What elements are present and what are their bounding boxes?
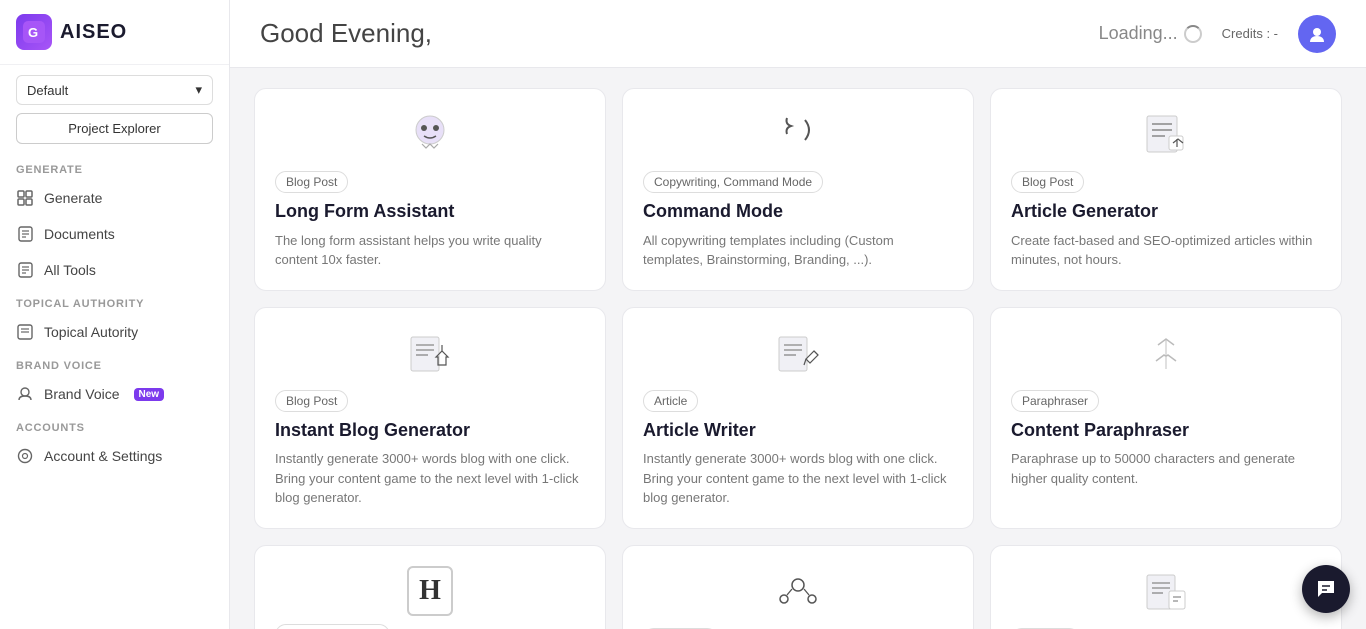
content-paraphraser-icon: [1011, 328, 1321, 378]
sidebar-controls: Default ▾ Project Explorer: [0, 65, 229, 154]
card-command-mode[interactable]: Copywriting, Command Mode Command Mode A…: [622, 88, 974, 291]
card-article-writer[interactable]: Article Article Writer Instantly generat…: [622, 307, 974, 529]
readability-tag: Content Improver: [275, 624, 390, 629]
paraphraser-desc: Paraphrase up to 50000 characters and ge…: [1011, 449, 1321, 508]
card-content-paraphraser[interactable]: Paraphraser Content Paraphraser Paraphra…: [990, 307, 1342, 529]
documents-icon: [16, 225, 34, 243]
main-area: Good Evening, Loading... Credits : -: [230, 0, 1366, 629]
article-writer-icon: [643, 328, 953, 378]
logo-area: G AISEO: [0, 0, 229, 65]
card-bypass-ai[interactable]: Bypass AI Bypass AI Detector: [622, 545, 974, 629]
paraphraser-title: Content Paraphraser: [1011, 420, 1321, 442]
svg-text:G: G: [28, 25, 38, 40]
sidebar-item-all-tools[interactable]: All Tools: [0, 252, 229, 288]
sidebar-item-account-settings[interactable]: Account & Settings: [0, 438, 229, 474]
article-writer-tag: Article: [643, 390, 698, 412]
greeting: Good Evening,: [260, 18, 432, 49]
account-settings-label: Account & Settings: [44, 448, 162, 464]
paraphraser-tag: Paraphraser: [1011, 390, 1099, 412]
sidebar: G AISEO Default ▾ Project Explorer GENER…: [0, 0, 230, 629]
loading-text-label: Loading...: [1099, 23, 1178, 44]
instant-blog-tag: Blog Post: [275, 390, 348, 412]
card-readability[interactable]: H Content Improver Readability Improver: [254, 545, 606, 629]
section-label-accounts: ACCOUNTS: [0, 412, 229, 438]
article-generator-title: Article Generator: [1011, 201, 1321, 223]
card-article-generator[interactable]: Blog Post Article Generator Create fact-…: [990, 88, 1342, 291]
sidebar-item-topical-authority[interactable]: Topical Autority: [0, 314, 229, 350]
bypass-ai-icon: [643, 566, 953, 616]
project-select[interactable]: Default ▾: [16, 75, 213, 105]
instant-blog-icon: [275, 328, 585, 378]
logo-icon: G: [16, 14, 52, 50]
command-mode-title: Command Mode: [643, 201, 953, 223]
section-label-topical: TOPICAL AUTHORITY: [0, 288, 229, 314]
article-writer-title: Article Writer: [643, 420, 953, 442]
header-right: Loading... Credits : -: [1099, 15, 1336, 53]
sidebar-item-brand-voice[interactable]: Brand Voice New: [0, 376, 229, 412]
chevron-down-icon: ▾: [195, 82, 202, 98]
brand-voice-label: Brand Voice: [44, 386, 120, 402]
generate-label: Generate: [44, 190, 102, 206]
credits-label: Credits : -: [1222, 26, 1278, 41]
sidebar-item-generate[interactable]: Generate: [0, 180, 229, 216]
long-form-tag: Blog Post: [275, 171, 348, 193]
long-form-desc: The long form assistant helps you write …: [275, 231, 585, 270]
loading-spinner: [1184, 25, 1202, 43]
card-instant-blog[interactable]: Blog Post Instant Blog Generator Instant…: [254, 307, 606, 529]
section-label-brand-voice: BRAND VOICE: [0, 350, 229, 376]
article-writer-desc: Instantly generate 3000+ words blog with…: [643, 449, 953, 508]
loading-status: Loading...: [1099, 23, 1202, 44]
topical-authority-icon: [16, 323, 34, 341]
project-explorer-button[interactable]: Project Explorer: [16, 113, 213, 144]
all-tools-label: All Tools: [44, 262, 96, 278]
topical-authority-label: Topical Autority: [44, 324, 138, 340]
long-form-title: Long Form Assistant: [275, 201, 585, 223]
card-topical-authority-tool[interactable]: Authority Topical Authority Tool Activat…: [990, 545, 1342, 629]
article-generator-icon: [1011, 109, 1321, 159]
article-generator-tag: Blog Post: [1011, 171, 1084, 193]
all-tools-icon: [16, 261, 34, 279]
brand-voice-icon: [16, 385, 34, 403]
long-form-assistant-icon: [275, 109, 585, 159]
generate-icon: [16, 189, 34, 207]
instant-blog-desc: Instantly generate 3000+ words blog with…: [275, 449, 585, 508]
user-avatar[interactable]: [1298, 15, 1336, 53]
readability-icon: H: [407, 566, 453, 616]
chat-bubble-button[interactable]: [1302, 565, 1350, 613]
command-mode-tag: Copywriting, Command Mode: [643, 171, 823, 193]
project-select-label: Default: [27, 83, 68, 98]
card-long-form-assistant[interactable]: Blog Post Long Form Assistant The long f…: [254, 88, 606, 291]
command-mode-icon: [643, 109, 953, 159]
article-generator-desc: Create fact-based and SEO-optimized arti…: [1011, 231, 1321, 270]
instant-blog-title: Instant Blog Generator: [275, 420, 585, 442]
cards-grid: Blog Post Long Form Assistant The long f…: [254, 88, 1342, 629]
cards-area: Blog Post Long Form Assistant The long f…: [230, 68, 1366, 629]
documents-label: Documents: [44, 226, 115, 242]
account-settings-icon: [16, 447, 34, 465]
new-badge: New: [134, 388, 165, 401]
topical-authority-tool-icon: [1011, 566, 1321, 616]
credits-area: Credits : -: [1222, 26, 1278, 41]
brand-name: AISEO: [60, 21, 127, 44]
section-label-generate: GENERATE: [0, 154, 229, 180]
header: Good Evening, Loading... Credits : -: [230, 0, 1366, 68]
sidebar-item-documents[interactable]: Documents: [0, 216, 229, 252]
command-mode-desc: All copywriting templates including (Cus…: [643, 231, 953, 270]
